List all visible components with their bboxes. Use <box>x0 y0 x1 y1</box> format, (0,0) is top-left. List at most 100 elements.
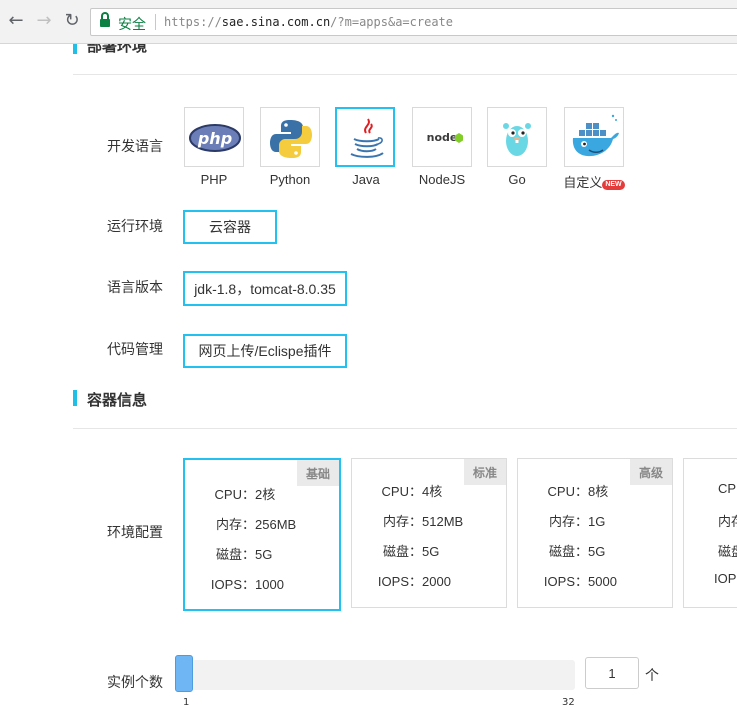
code-mgmt-label: 代码管理 <box>107 342 163 358</box>
instances-slider-handle[interactable] <box>175 655 193 692</box>
lang-option-java[interactable] <box>335 107 395 167</box>
spec-value: 256MB <box>255 517 297 532</box>
spec-iops: IOPS：2000 <box>352 571 506 590</box>
spec-value: 5G <box>422 544 440 559</box>
php-logo-icon: php <box>189 124 241 152</box>
spec-value: 5G <box>255 547 273 562</box>
address-bar[interactable]: 安全 https://sae.sina.com.cn/?m=apps&a=cre… <box>90 8 737 36</box>
custom-label-text: 自定义 <box>563 175 603 190</box>
instances-label: 实例个数 <box>107 675 163 691</box>
spec-value: 5000 <box>588 574 617 589</box>
spec-key: 磁盘： <box>215 547 255 562</box>
spec-iops: IOP <box>714 571 737 586</box>
spec-value: 1G <box>588 514 606 529</box>
lang-option-nodejs[interactable]: node <box>412 107 472 167</box>
lang-label-nodejs: NodeJS <box>418 172 466 187</box>
section-divider <box>73 74 737 75</box>
lang-label-python: Python <box>269 172 311 187</box>
spec-disk: 磁盘：5G <box>352 541 506 560</box>
create-app-page: 部署环境 开发语言 php node PHP Python Java NodeJ… <box>0 44 737 708</box>
spec-value: 1000 <box>255 577 284 592</box>
spec-key: CPU： <box>547 484 588 499</box>
spec-mem: 内存：1G <box>518 511 672 530</box>
section-divider <box>73 428 737 429</box>
spec-cpu: CPU：8核 <box>518 481 672 500</box>
reload-icon[interactable]: ↻ <box>62 11 82 31</box>
spec-key: 内存： <box>548 514 588 529</box>
url-host: sae.sina.com.cn <box>221 15 331 29</box>
runtime-option-cloud-container[interactable]: 云容器 <box>183 210 277 244</box>
lang-label-custom: 自定义 NEW <box>554 172 634 191</box>
browser-toolbar: ← → ↻ 安全 https://sae.sina.com.cn/?m=apps… <box>0 0 737 44</box>
spec-cpu: CP <box>718 481 737 496</box>
config-card-partial[interactable]: CP 内存 磁盘 IOP <box>683 458 737 608</box>
spec-key: 磁盘： <box>548 544 588 559</box>
section-marker <box>73 44 77 54</box>
spec-disk: 磁盘：5G <box>185 544 339 563</box>
go-gopher-icon <box>503 123 531 156</box>
lang-option-go[interactable] <box>487 107 547 167</box>
spec-key: 磁盘： <box>382 544 422 559</box>
lang-version-label: 语言版本 <box>107 280 163 296</box>
lang-version-option[interactable]: jdk-1.8，tomcat-8.0.35 <box>183 271 347 306</box>
url-text: https://sae.sina.com.cn/?m=apps&a=create <box>164 15 453 29</box>
spec-key: CPU： <box>214 487 255 502</box>
spec-iops: IOPS：5000 <box>518 571 672 590</box>
env-config-label: 环境配置 <box>107 525 163 541</box>
spec-value: 2000 <box>422 574 451 589</box>
spec-key: IOPS： <box>377 574 422 589</box>
lang-option-custom[interactable] <box>564 107 624 167</box>
spec-key: IOPS： <box>210 577 255 592</box>
tier-badge: 基础 <box>297 460 339 486</box>
svg-text:php: php <box>197 129 232 148</box>
spec-cpu: CPU：2核 <box>185 484 339 503</box>
code-mgmt-option[interactable]: 网页上传/Eclispe插件 <box>183 334 347 368</box>
url-path: /?m=apps&a=create <box>330 15 453 29</box>
docker-whale-icon <box>572 114 619 157</box>
spec-value: 8核 <box>588 484 609 499</box>
config-card-standard[interactable]: 标准 CPU：4核 内存：512MB 磁盘：5G IOPS：2000 <box>351 458 507 608</box>
dev-language-label: 开发语言 <box>107 139 163 155</box>
spec-mem: 内存：256MB <box>185 514 339 533</box>
config-card-advanced[interactable]: 高级 CPU：8核 内存：1G 磁盘：5G IOPS：5000 <box>517 458 673 608</box>
back-arrow-icon[interactable]: ← <box>6 11 26 31</box>
forward-arrow-icon[interactable]: → <box>34 11 54 31</box>
nodejs-logo-icon: node <box>427 131 463 144</box>
lang-label-java: Java <box>352 172 380 187</box>
section-title-deploy: 部署环境 <box>87 44 148 55</box>
lang-option-php[interactable]: php <box>184 107 244 167</box>
spec-value: 2核 <box>255 487 276 502</box>
spec-iops: IOPS：1000 <box>185 574 339 593</box>
instances-count-input[interactable]: 1 <box>585 657 639 689</box>
security-label: 安全 <box>118 16 146 32</box>
url-scheme: https:// <box>164 15 222 29</box>
section-marker <box>73 390 77 406</box>
spec-cpu: CPU：4核 <box>352 481 506 500</box>
spec-value: 4核 <box>422 484 443 499</box>
lang-label-go: Go <box>508 172 526 187</box>
spec-value: 5G <box>588 544 606 559</box>
lang-option-python[interactable] <box>260 107 320 167</box>
slider-max-label: 32 <box>562 697 575 708</box>
lock-icon <box>100 12 110 28</box>
instances-unit: 个 <box>645 668 659 684</box>
spec-mem: 内存：512MB <box>352 511 506 530</box>
spec-disk: 磁盘：5G <box>518 541 672 560</box>
lang-label-php: PHP <box>200 172 228 187</box>
spec-key: IOPS： <box>543 574 588 589</box>
java-logo-icon <box>350 118 384 158</box>
config-card-basic[interactable]: 基础 CPU：2核 内存：256MB 磁盘：5G IOPS：1000 <box>183 458 341 611</box>
python-logo-icon <box>270 120 312 158</box>
svg-text:node: node <box>427 131 458 144</box>
spec-disk: 磁盘 <box>718 544 737 559</box>
slider-min-label: 1 <box>183 697 190 708</box>
spec-mem: 内存 <box>718 514 737 529</box>
new-badge: NEW <box>602 180 625 190</box>
spec-value: 512MB <box>422 514 464 529</box>
spec-key: 内存： <box>215 517 255 532</box>
address-divider <box>155 14 156 30</box>
spec-key: 内存： <box>382 514 422 529</box>
section-title-container: 容器信息 <box>87 391 148 409</box>
instances-slider-track[interactable] <box>175 660 575 690</box>
runtime-label: 运行环境 <box>107 219 163 235</box>
